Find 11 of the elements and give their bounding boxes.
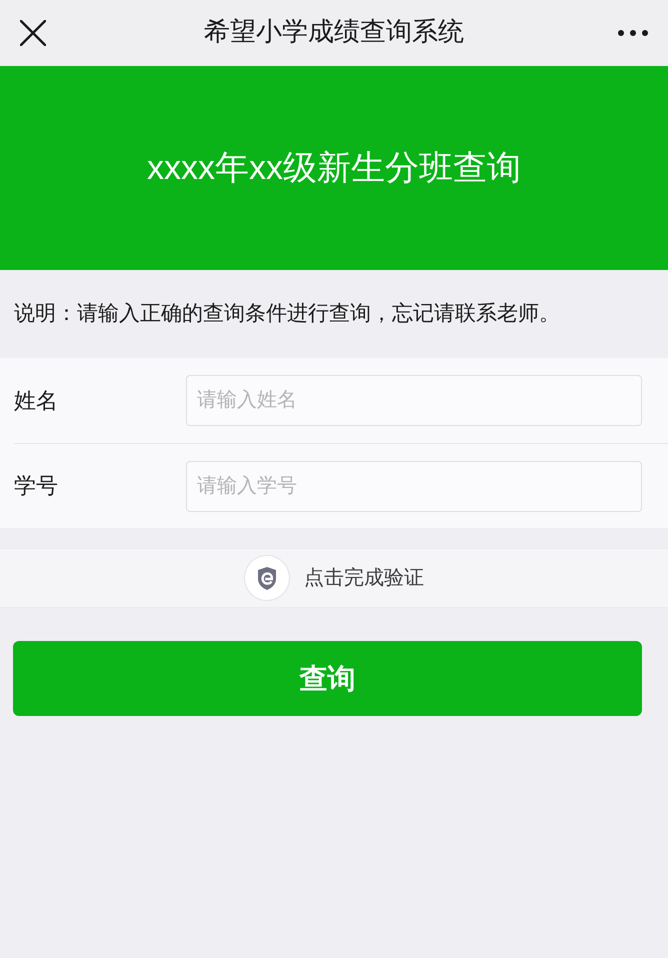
- input-field[interactable]: 请输入学号: [186, 460, 642, 512]
- field-label: 姓名: [14, 386, 59, 414]
- shield-icon: [244, 555, 290, 601]
- notice-text: 说明：请输入正确的查询条件进行查询，忘记请联系老师。: [14, 301, 560, 327]
- more-icon[interactable]: [618, 30, 648, 36]
- banner-title: xxxx年xx级新生分班查询: [147, 148, 521, 189]
- verification-button[interactable]: 点击完成验证: [0, 548, 668, 608]
- input-field[interactable]: 请输入姓名: [186, 375, 642, 426]
- page-title: 希望小学成绩查询系统: [204, 15, 464, 48]
- close-icon[interactable]: [20, 20, 46, 46]
- field-label: 学号: [14, 472, 59, 500]
